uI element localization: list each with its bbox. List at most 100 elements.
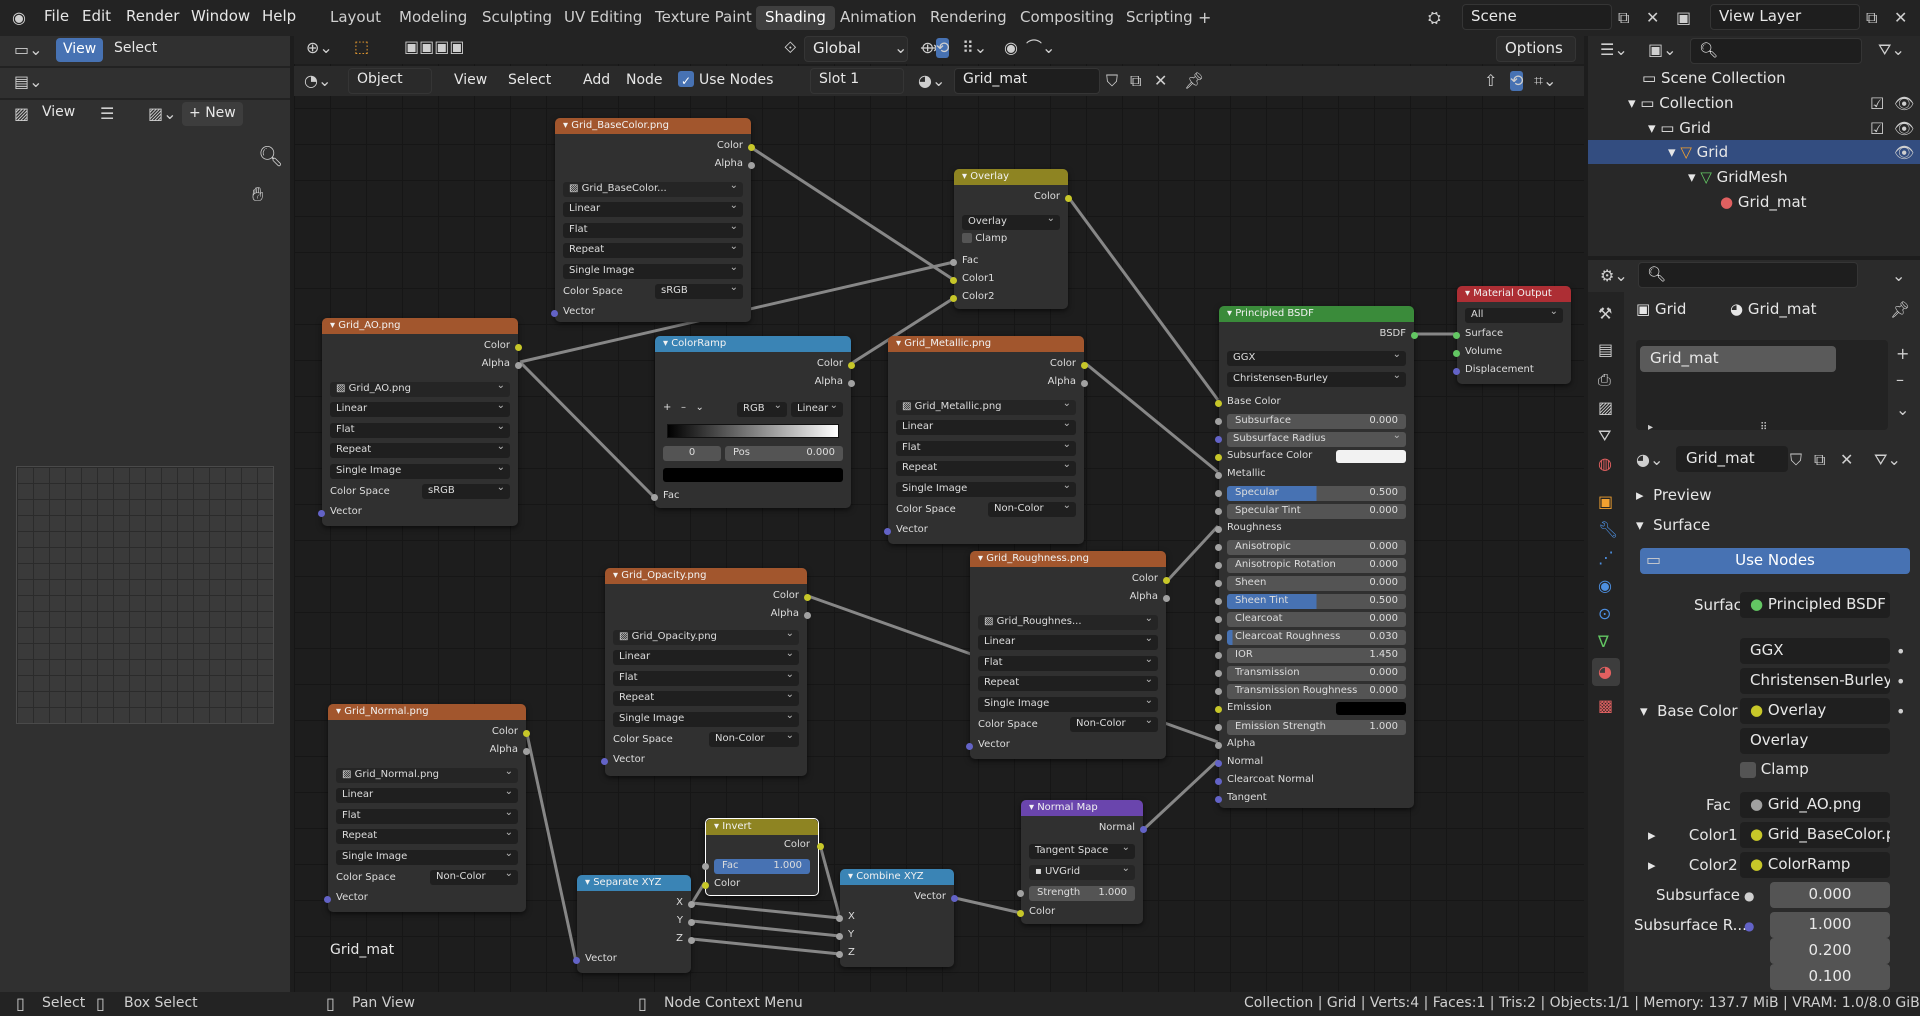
- remove-view-layer-icon[interactable]: ✕: [1894, 8, 1907, 28]
- bsdf-input-sheen[interactable]: Sheen 0.000: [1227, 576, 1406, 591]
- tool-tab-icon[interactable]: ⚒: [1598, 304, 1612, 324]
- node-header[interactable]: ▾ Principled BSDF: [1219, 306, 1414, 322]
- projection-select[interactable]: Flat: [978, 654, 1158, 671]
- grid-object-row[interactable]: ▾ ▽ Grid: [1668, 143, 1728, 161]
- transform-orientation-select[interactable]: Global: [804, 36, 908, 62]
- bsdf-input-anisotropic[interactable]: Anisotropic 0.000: [1227, 540, 1406, 555]
- socket-color-in[interactable]: [702, 882, 709, 889]
- image-editor-icon[interactable]: ▨: [14, 104, 29, 124]
- socket-z-out[interactable]: [688, 937, 695, 944]
- grid-collection-row[interactable]: ▾ ▭ Grid: [1648, 119, 1711, 137]
- socket-color-out[interactable]: [523, 730, 530, 737]
- transform-gizmo-icon[interactable]: ⊕⌄: [306, 38, 333, 58]
- bsdf-socket[interactable]: [1215, 670, 1222, 677]
- texture-tab-icon[interactable]: ▩: [1598, 696, 1613, 716]
- node-header[interactable]: ▾ Grid_AO.png: [322, 318, 518, 334]
- hamburger-icon[interactable]: ☰: [100, 104, 114, 124]
- socket-color-out[interactable]: [1081, 362, 1088, 369]
- socket-alpha-out[interactable]: [523, 748, 530, 755]
- color-swatch[interactable]: [1336, 450, 1406, 463]
- add-slot-icon[interactable]: +: [1896, 344, 1909, 364]
- data-tab-icon[interactable]: ∇: [1598, 632, 1609, 652]
- view-layer-icon[interactable]: ▣: [1676, 8, 1691, 28]
- socket-color1-in[interactable]: [950, 277, 957, 284]
- tab-modeling[interactable]: Modeling: [390, 6, 476, 30]
- new-scene-icon[interactable]: ⧉: [1618, 8, 1629, 28]
- projection-select[interactable]: Flat: [896, 439, 1076, 456]
- eye-icon[interactable]: 👁︎: [1894, 119, 1914, 139]
- space-select[interactable]: Tangent Space: [1029, 842, 1135, 859]
- tab-layout[interactable]: Layout: [321, 6, 390, 30]
- stop-index-field[interactable]: 0: [663, 446, 721, 461]
- subsurface-radius-y[interactable]: 0.200: [1770, 938, 1890, 964]
- socket-alpha-out[interactable]: [804, 612, 811, 619]
- socket-vector-in[interactable]: [324, 896, 331, 903]
- socket-normal-out[interactable]: [1140, 826, 1147, 833]
- extension-select[interactable]: Repeat: [330, 441, 510, 458]
- socket-alpha-out[interactable]: [1163, 595, 1170, 602]
- use-nodes-button[interactable]: Use Nodes: [1640, 548, 1910, 574]
- snap-target-icon[interactable]: ⠿⌄: [962, 38, 987, 58]
- image-selector[interactable]: ▨ Grid_Roughnes...: [978, 613, 1158, 630]
- material-name-field[interactable]: Grid_mat: [954, 68, 1100, 94]
- node-base-color[interactable]: ▾ Grid_BaseColor.png Color Alpha ▨ Grid_…: [551, 118, 755, 322]
- object-type-select[interactable]: Object: [348, 68, 432, 94]
- socket-vector-in[interactable]: [551, 310, 558, 317]
- material-browse-icon[interactable]: ◕⌄: [918, 71, 945, 91]
- node-invert[interactable]: ▾ Invert Color Fac 1.000 Color: [702, 818, 824, 896]
- material-browse-icon[interactable]: ◕⌄: [1636, 450, 1663, 470]
- node-separate-xyz[interactable]: ▾ Separate XYZ X Y Z Vector: [573, 875, 695, 973]
- object-tab-icon[interactable]: ▣: [1598, 492, 1613, 512]
- tab-texture-paint[interactable]: Texture Paint: [646, 6, 761, 30]
- bsdf-socket[interactable]: [1215, 778, 1222, 785]
- node-header[interactable]: ▾ Separate XYZ: [577, 875, 691, 891]
- bsdf-socket[interactable]: [1215, 562, 1222, 569]
- bsdf-socket[interactable]: [1215, 742, 1222, 749]
- view-menu[interactable]: View: [454, 72, 487, 88]
- color1-field[interactable]: ● Grid_BaseColor.p...: [1740, 822, 1890, 848]
- menu-help[interactable]: Help: [262, 7, 296, 25]
- tab-animation[interactable]: Animation: [831, 6, 925, 30]
- bsdf-input-clearcoat-roughness[interactable]: Clearcoat Roughness 0.030: [1227, 630, 1406, 645]
- select-mode-icons[interactable]: ▣▣▣▣: [404, 37, 464, 57]
- image-selector[interactable]: ▨ Grid_Normal.png: [336, 766, 518, 783]
- duplicate-icon[interactable]: ⧉: [1814, 450, 1825, 470]
- bsdf-socket[interactable]: [1215, 616, 1222, 623]
- context-material[interactable]: ◕ Grid_mat: [1730, 300, 1817, 318]
- socket-vector-out[interactable]: [951, 895, 958, 902]
- surface-panel-header[interactable]: ▾ Surface: [1636, 516, 1710, 534]
- uv-map-select[interactable]: ▪ UVGrid: [1029, 863, 1135, 880]
- color-space-select[interactable]: Non-Color: [709, 730, 799, 747]
- new-view-layer-icon[interactable]: ⧉: [1866, 8, 1877, 28]
- options-chevron-icon[interactable]: ⌄: [1892, 266, 1905, 286]
- node-header[interactable]: ▾ Overlay: [954, 169, 1068, 185]
- extension-select[interactable]: Repeat: [896, 459, 1076, 476]
- context-object[interactable]: ▣ Grid: [1636, 300, 1686, 318]
- display-mode-icon[interactable]: ▣⌄: [1648, 40, 1677, 60]
- socket-x-in[interactable]: [836, 915, 843, 922]
- scene-icon[interactable]: ⛭: [1428, 8, 1441, 28]
- source-select[interactable]: Single Image: [336, 848, 518, 865]
- interpolation-select[interactable]: Linear: [896, 418, 1076, 435]
- stop-pos-field[interactable]: Pos 0.000: [725, 446, 843, 461]
- add-stop-icon[interactable]: +: [663, 402, 671, 413]
- bsdf-input-ior[interactable]: IOR 1.450: [1227, 648, 1406, 663]
- add-menu[interactable]: Add: [583, 72, 610, 88]
- bsdf-socket[interactable]: [1215, 598, 1222, 605]
- bsdf-socket[interactable]: [1215, 688, 1222, 695]
- bsdf-input-emission-strength[interactable]: Emission Strength 1.000: [1227, 720, 1406, 735]
- ramp-menu-icon[interactable]: ⌄: [695, 402, 703, 413]
- node-combine-xyz[interactable]: ▾ Combine XYZ Vector X Y Z: [836, 869, 958, 967]
- socket-color2-in[interactable]: [950, 295, 957, 302]
- vector-socket-icon[interactable]: ●: [1744, 916, 1754, 936]
- bsdf-socket[interactable]: [1215, 454, 1222, 461]
- modifier-tab-icon[interactable]: 🔧︎: [1598, 520, 1618, 540]
- strength-slider[interactable]: Strength 1.000: [1029, 886, 1135, 901]
- socket-color-in[interactable]: [1017, 910, 1024, 917]
- collection-row[interactable]: ▾ ▭ Collection: [1628, 94, 1733, 112]
- node-header[interactable]: ▾ Invert: [706, 819, 818, 835]
- projection-select[interactable]: Flat: [330, 421, 510, 438]
- duplicate-material-icon[interactable]: ⧉: [1130, 71, 1141, 91]
- socket-color-out[interactable]: [748, 144, 755, 151]
- color-swatch[interactable]: [1336, 702, 1406, 715]
